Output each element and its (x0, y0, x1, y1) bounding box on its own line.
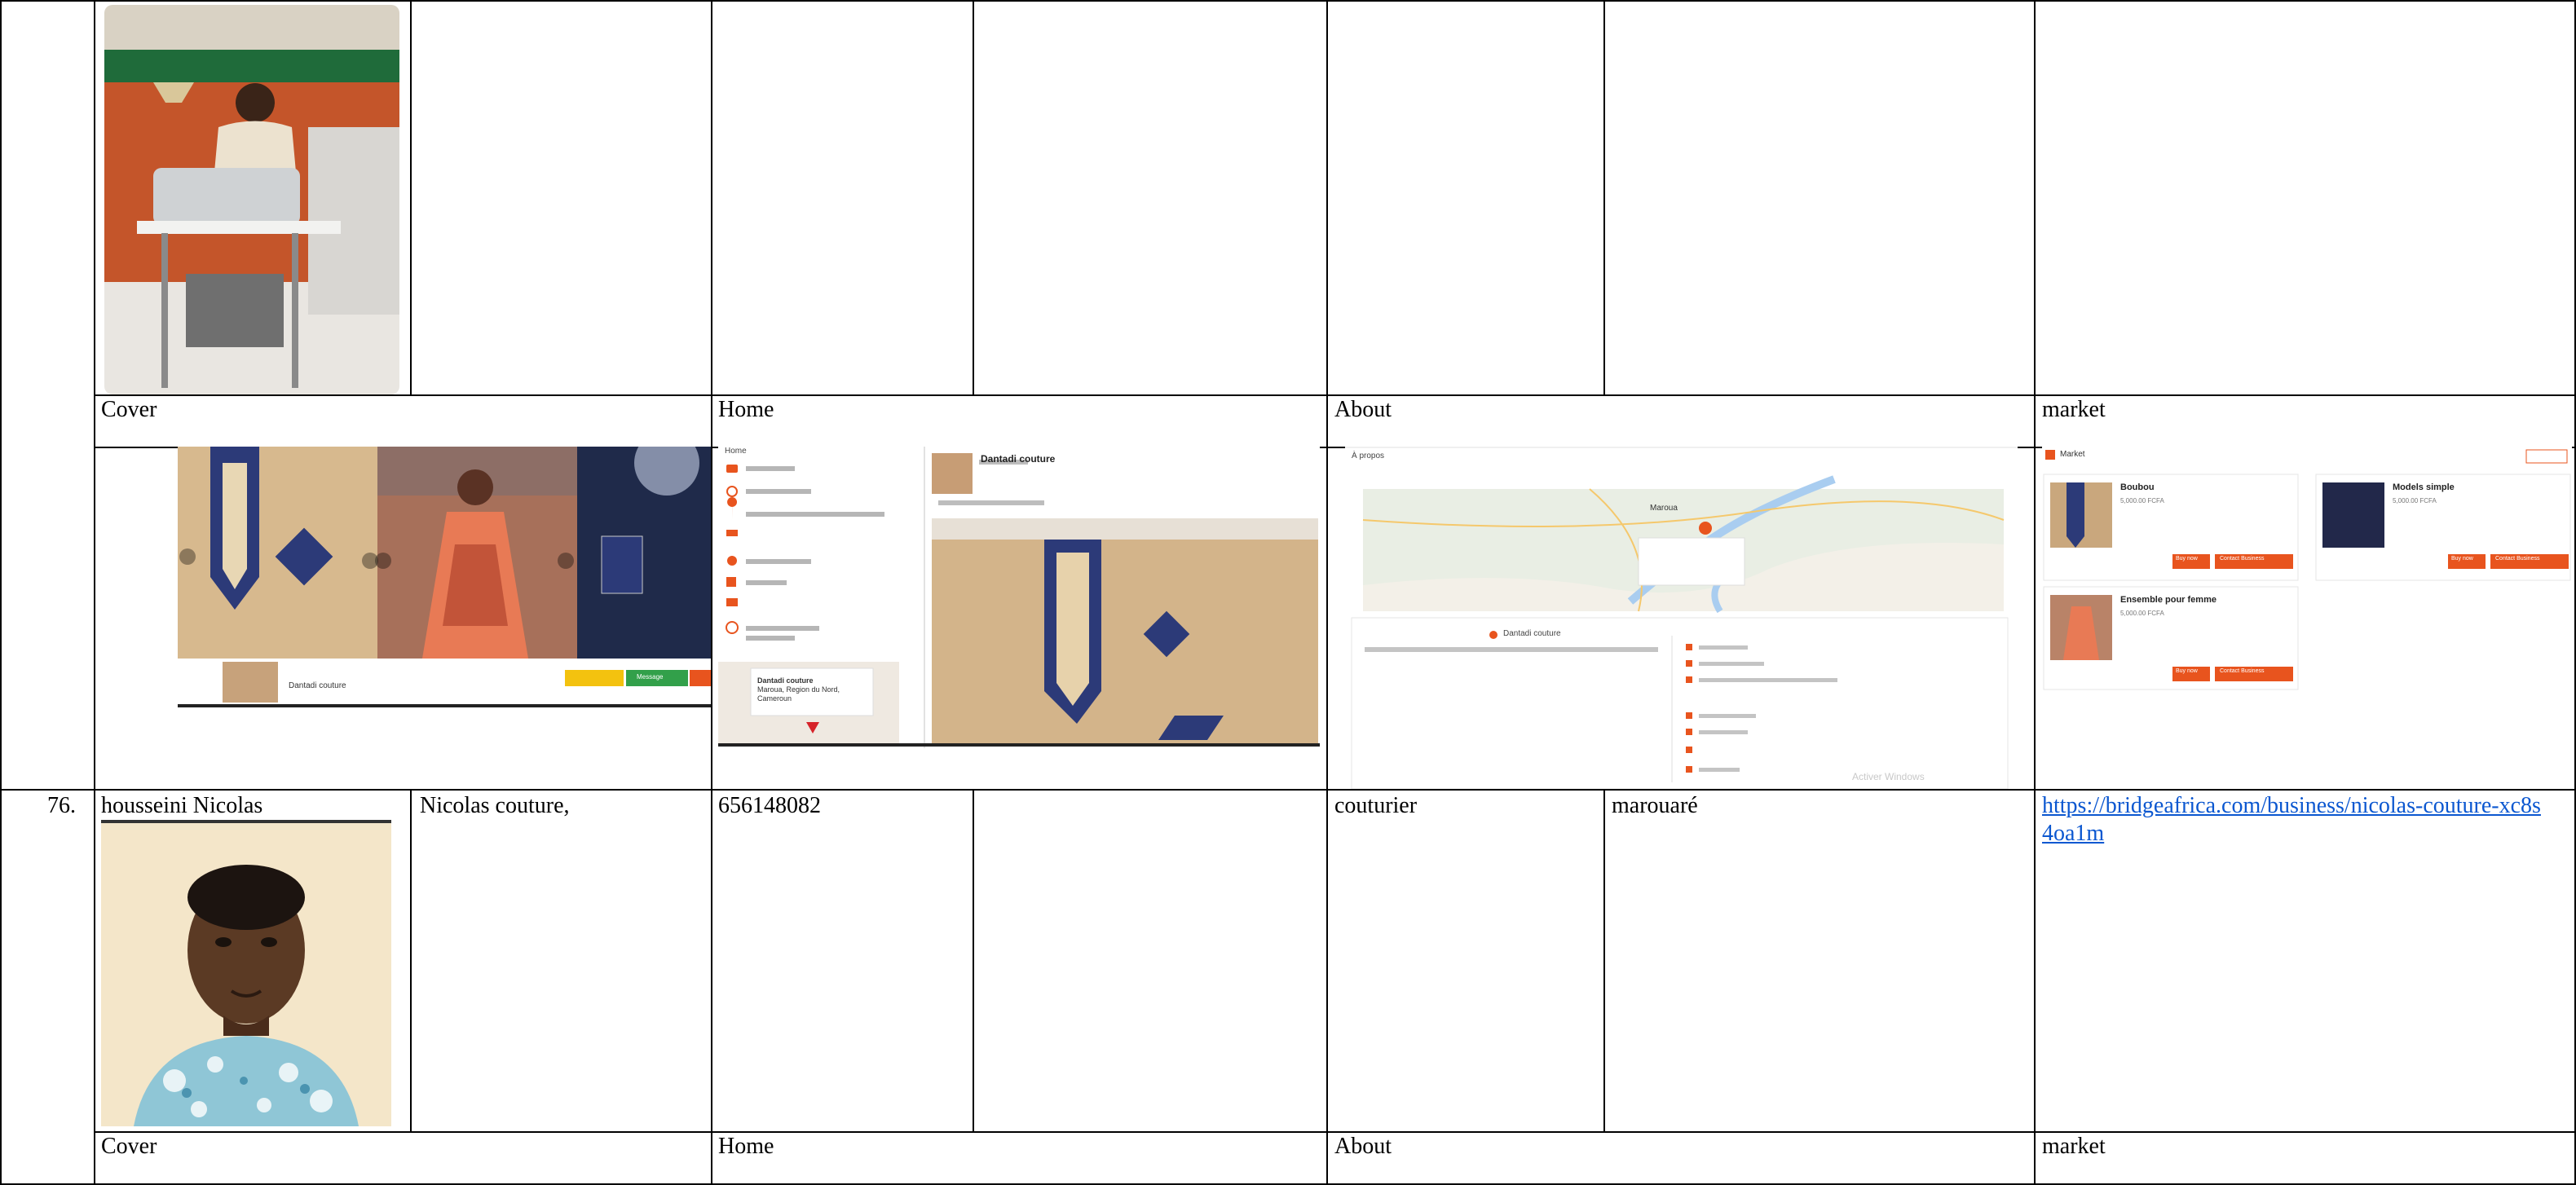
buy-now-button[interactable]: Buy now (2176, 668, 2198, 674)
message-button[interactable]: Message (637, 673, 663, 681)
business-name: Nicolas couture, (420, 793, 570, 818)
tab-about: About (1334, 1134, 1392, 1159)
home-screenshot: Home Dantadi couture Dantadi couture Mar… (718, 447, 1320, 748)
activate-windows-watermark: Activer Windows (1852, 771, 1925, 782)
market-item-price: 5,000.00 FCFA (2393, 497, 2437, 504)
tab-cover: Cover (101, 1134, 157, 1159)
contact-business-button[interactable]: Contact Business (2495, 556, 2539, 562)
about-screenshot: À propos Maroua Dantadi couture Activer … (1345, 447, 2018, 789)
buy-now-button[interactable]: Buy now (2176, 556, 2198, 562)
map-card-name: Dantadi couture (757, 676, 814, 685)
business-profile-link[interactable]: https://bridgeafrica.com/business/nicola… (2042, 792, 2547, 848)
home-business-name: Dantadi couture (981, 453, 1056, 465)
city: marouaré (1612, 793, 1698, 818)
tab-about: About (1334, 397, 1392, 422)
cover-screenshot: Dantadi couture Message (178, 447, 711, 707)
trade: couturier (1334, 793, 1418, 818)
map-card-address: Maroua, Region du Nord, Cameroun (757, 685, 840, 703)
market-item-price: 5,000.00 FCFA (2120, 610, 2164, 617)
portrait-photo (101, 820, 391, 1126)
map-city-label: Maroua (1650, 504, 1678, 513)
market-item-price: 5,000.00 FCFA (2120, 497, 2164, 504)
tab-market: market (2042, 1134, 2106, 1159)
person-name: housseini Nicolas (101, 793, 263, 818)
buy-now-button[interactable]: Buy now (2451, 556, 2473, 562)
home-map-card: Dantadi couture Maroua, Region du Nord, … (757, 676, 871, 703)
market-item-title: Boubou (2120, 482, 2155, 492)
row-number: 76. (47, 793, 76, 818)
tab-home: Home (718, 1134, 774, 1159)
tab-home: Home (718, 397, 774, 422)
market-item-title: Ensemble pour femme (2120, 595, 2217, 605)
cover-page-name: Dantadi couture (289, 681, 346, 690)
market-header: Market (2060, 450, 2085, 459)
market-screenshot: Market Boubou 5,000.00 FCFA Buy now Cont… (2042, 447, 2572, 691)
contact-business-button[interactable]: Contact Business (2220, 668, 2264, 674)
tailor-photo (104, 5, 399, 394)
about-section-title: Dantadi couture (1503, 629, 1561, 638)
tab-cover: Cover (101, 397, 157, 422)
phone-number: 656148082 (718, 793, 821, 818)
tab-market: market (2042, 397, 2106, 422)
market-item-title: Models simple (2393, 482, 2455, 492)
contact-business-button[interactable]: Contact Business (2220, 556, 2264, 562)
